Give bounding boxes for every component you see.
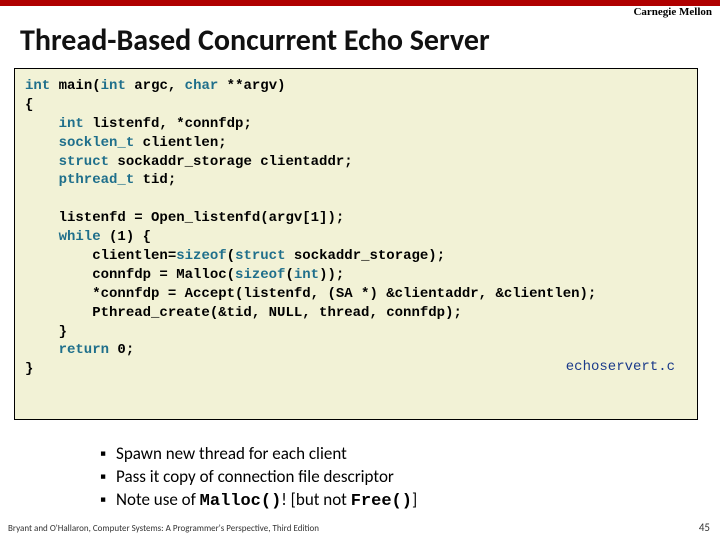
footer-text: Bryant and O'Hallaron, Computer Systems:… — [8, 523, 319, 534]
list-item: Pass it copy of connection file descript… — [100, 466, 417, 487]
code-text: clientlen; — [134, 135, 226, 151]
code-text: ( — [227, 248, 235, 264]
code-text: sockaddr_storage); — [285, 248, 445, 264]
code-text: listenfd = Open_listenfd(argv[1]); — [25, 210, 344, 226]
bullet-text: ! [but not — [281, 489, 350, 510]
bullet-text: Note use of — [116, 489, 200, 510]
code-text: char — [185, 78, 219, 94]
code-text: tid; — [134, 172, 176, 188]
code-text: 0; — [109, 342, 134, 358]
bullet-list: Spawn new thread for each client Pass it… — [60, 441, 417, 513]
code-text: struct — [25, 154, 109, 170]
list-item: Spawn new thread for each client — [100, 443, 417, 464]
code-text: int — [101, 78, 126, 94]
bullet-code: Malloc() — [200, 492, 282, 511]
code-text: *connfdp = Accept(listenfd, (SA *) &clie… — [25, 286, 596, 302]
bullet-text: ] — [412, 489, 417, 510]
code-text: socklen_t — [25, 135, 134, 151]
org-label: Carnegie Mellon — [633, 6, 712, 18]
list-item: Note use of Malloc()! [but not Free()] — [100, 489, 417, 511]
code-text: Pthread_create(&tid, NULL, thread, connf… — [25, 305, 462, 321]
code-text: clientlen= — [25, 248, 176, 264]
code-text: return — [25, 342, 109, 358]
code-text: argc, — [126, 78, 185, 94]
slide-title: Thread-Based Concurrent Echo Server — [20, 22, 490, 59]
code-text: sizeof — [176, 248, 226, 264]
code-text: while — [25, 229, 101, 245]
code-text: int — [294, 267, 319, 283]
code-text: main( — [50, 78, 100, 94]
code-text: connfdp = Malloc( — [25, 267, 235, 283]
code-text: struct — [235, 248, 285, 264]
accent-bar — [0, 0, 720, 6]
code-text: int — [25, 116, 84, 132]
code-text: pthread_t — [25, 172, 134, 188]
source-filename: echoservert.c — [566, 358, 675, 377]
code-text: sizeof — [235, 267, 285, 283]
code-text: int — [25, 78, 50, 94]
code-text: )); — [319, 267, 344, 283]
code-text: ( — [285, 267, 293, 283]
code-text: listenfd, *connfdp; — [84, 116, 252, 132]
code-text: **argv) — [218, 78, 285, 94]
code-text: (1) { — [101, 229, 151, 245]
code-text: { — [25, 97, 33, 113]
code-text: } — [25, 324, 67, 340]
code-block: int main(int argc, char **argv) { int li… — [14, 68, 698, 420]
page-number: 45 — [699, 521, 710, 534]
bullet-code: Free() — [351, 492, 412, 511]
code-text: sockaddr_storage clientaddr; — [109, 154, 353, 170]
code-text: } — [25, 361, 33, 377]
